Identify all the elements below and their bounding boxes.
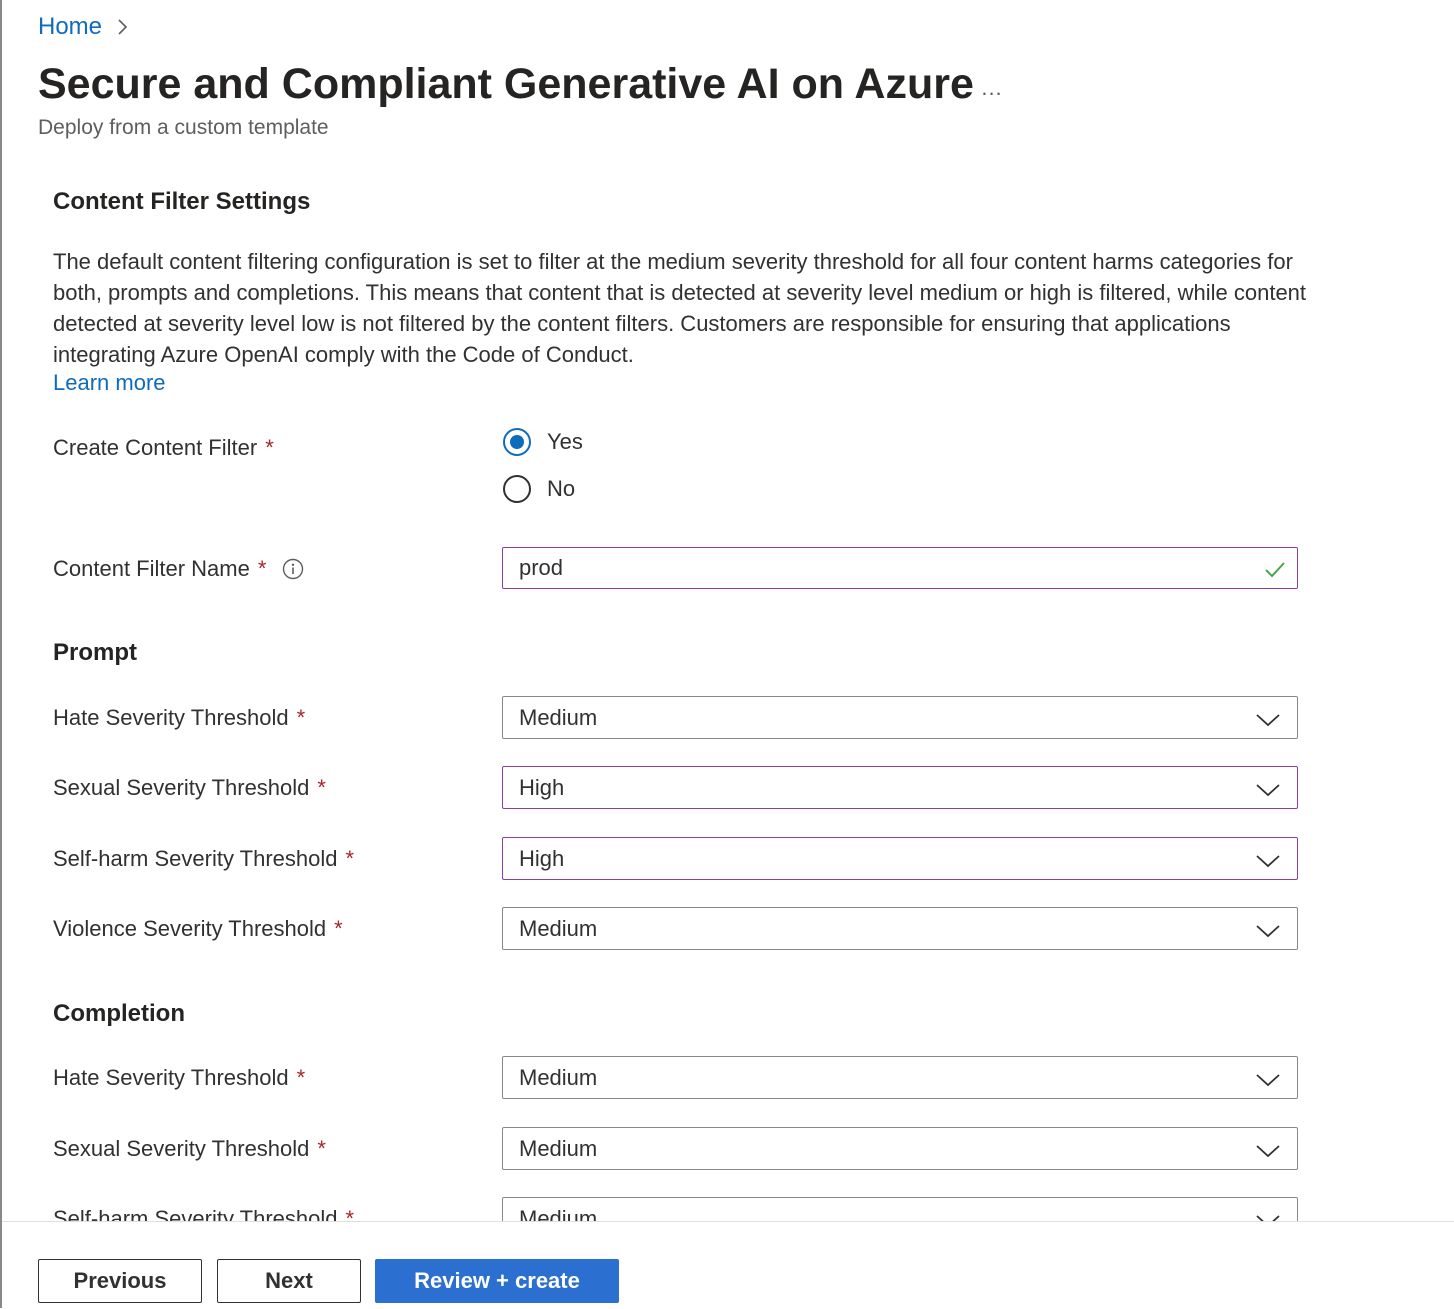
- prompt-selfharm-select[interactable]: High: [502, 837, 1298, 880]
- prompt-violence-select[interactable]: Medium: [502, 907, 1298, 950]
- content-filter-section-title: Content Filter Settings: [53, 188, 311, 215]
- chevron-down-icon: [1255, 1069, 1281, 1087]
- prompt-selfharm-label-text: Self-harm Severity Threshold: [53, 846, 338, 871]
- completion-selfharm-value: Medium: [519, 1205, 598, 1222]
- learn-more-link[interactable]: Learn more: [53, 370, 166, 396]
- chevron-right-icon: [114, 18, 132, 36]
- completion-hate-value: Medium: [519, 1064, 598, 1090]
- content-filter-name-label: Content Filter Name *: [53, 556, 304, 582]
- prompt-hate-select[interactable]: Medium: [502, 696, 1298, 739]
- required-asterisk: *: [345, 846, 355, 871]
- create-content-filter-label-text: Create Content Filter: [53, 435, 258, 460]
- chevron-down-icon: [1255, 1210, 1281, 1221]
- content-filter-name-label-text: Content Filter Name: [53, 556, 250, 581]
- prompt-violence-label: Violence Severity Threshold *: [53, 916, 343, 942]
- prompt-sexual-select[interactable]: High: [502, 766, 1298, 809]
- completion-hate-label-text: Hate Severity Threshold: [53, 1065, 289, 1090]
- completion-selfharm-label: Self-harm Severity Threshold *: [53, 1206, 354, 1221]
- required-asterisk: *: [265, 435, 274, 460]
- required-asterisk: *: [334, 916, 343, 941]
- completion-selfharm-select[interactable]: Medium: [502, 1197, 1298, 1221]
- radio-yes-label: Yes: [547, 429, 583, 454]
- content-filter-name-input[interactable]: [519, 555, 1219, 581]
- prompt-sexual-value: High: [519, 774, 565, 800]
- chevron-down-icon: [1255, 709, 1281, 727]
- chevron-down-icon: [1255, 779, 1281, 797]
- prompt-section-title: Prompt: [53, 639, 137, 666]
- required-asterisk: *: [317, 1136, 326, 1161]
- prompt-violence-label-text: Violence Severity Threshold: [53, 916, 327, 941]
- chevron-down-icon: [1255, 920, 1281, 938]
- required-asterisk: *: [257, 556, 267, 581]
- radio-button-checked[interactable]: [503, 428, 531, 456]
- checkmark-icon: [1263, 557, 1287, 581]
- completion-selfharm-label-text: Self-harm Severity Threshold: [53, 1206, 338, 1221]
- completion-section-title: Completion: [53, 1000, 185, 1027]
- footer-bar: Previous Next Review + create: [2, 1221, 1454, 1309]
- completion-sexual-label: Sexual Severity Threshold *: [53, 1136, 326, 1162]
- prompt-hate-value: Medium: [519, 704, 598, 730]
- required-asterisk: *: [296, 1065, 306, 1090]
- completion-sexual-select[interactable]: Medium: [502, 1127, 1298, 1170]
- radio-dot: [510, 435, 524, 449]
- prompt-selfharm-label: Self-harm Severity Threshold *: [53, 846, 354, 872]
- required-asterisk: *: [296, 705, 306, 730]
- completion-hate-select[interactable]: Medium: [502, 1056, 1298, 1099]
- radio-button-unchecked[interactable]: [503, 475, 531, 503]
- completion-hate-label: Hate Severity Threshold *: [53, 1065, 305, 1091]
- content-filter-name-field[interactable]: [502, 547, 1298, 589]
- info-icon[interactable]: [282, 558, 304, 580]
- content-filter-description: The default content filtering configurat…: [53, 249, 1307, 367]
- completion-sexual-value: Medium: [519, 1135, 598, 1161]
- page-subtitle: Deploy from a custom template: [38, 116, 329, 139]
- page-title: Secure and Compliant Generative AI on Az…: [38, 60, 974, 108]
- prompt-selfharm-value: High: [519, 845, 565, 871]
- required-asterisk: *: [345, 1206, 355, 1221]
- chevron-down-icon: [1255, 1140, 1281, 1158]
- completion-sexual-label-text: Sexual Severity Threshold: [53, 1136, 310, 1161]
- required-asterisk: *: [317, 775, 326, 800]
- review-create-button[interactable]: Review + create: [375, 1259, 619, 1303]
- more-options-button[interactable]: ...: [968, 70, 1016, 106]
- radio-yes[interactable]: Yes: [503, 428, 583, 456]
- form-scroll-area[interactable]: Content Filter Settings The default cont…: [2, 150, 1454, 1221]
- next-button[interactable]: Next: [217, 1259, 361, 1303]
- prompt-hate-label-text: Hate Severity Threshold: [53, 705, 289, 730]
- prompt-violence-value: Medium: [519, 915, 598, 941]
- chevron-down-icon: [1255, 850, 1281, 868]
- previous-button[interactable]: Previous: [38, 1259, 202, 1303]
- breadcrumb: Home: [38, 10, 132, 44]
- prompt-sexual-label: Sexual Severity Threshold *: [53, 775, 326, 801]
- radio-no[interactable]: No: [503, 475, 575, 503]
- prompt-hate-label: Hate Severity Threshold *: [53, 705, 305, 731]
- prompt-sexual-label-text: Sexual Severity Threshold: [53, 775, 310, 800]
- create-content-filter-label: Create Content Filter *: [53, 435, 274, 461]
- breadcrumb-home-link[interactable]: Home: [38, 13, 102, 41]
- radio-no-label: No: [547, 476, 576, 501]
